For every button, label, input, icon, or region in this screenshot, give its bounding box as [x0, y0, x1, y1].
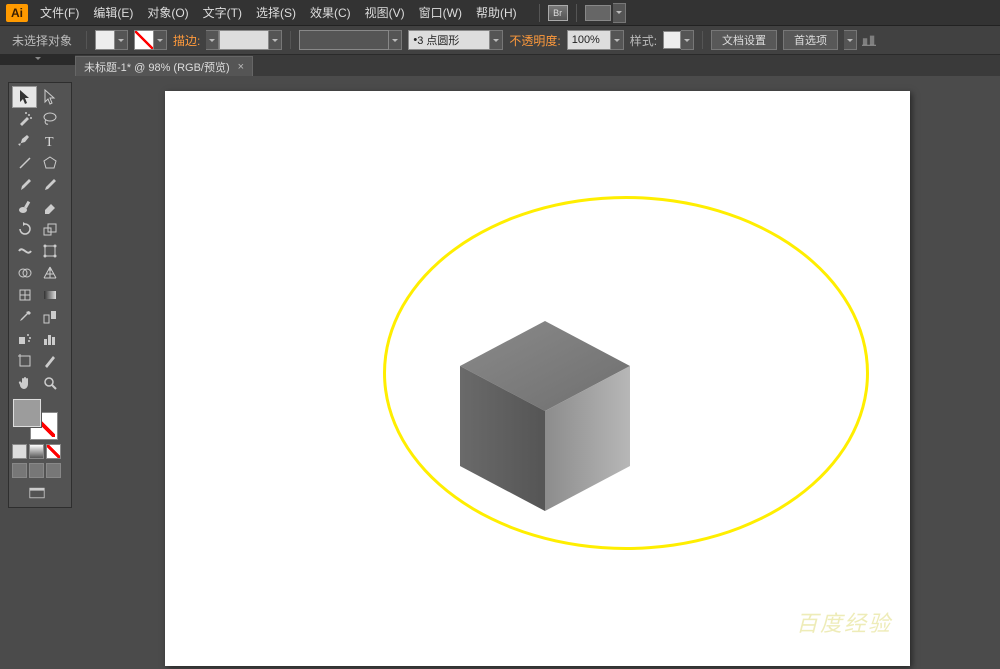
- blend-tool[interactable]: [37, 306, 62, 328]
- color-mode-solid[interactable]: [12, 444, 27, 459]
- artboard[interactable]: 百度经验: [165, 91, 910, 666]
- menu-view[interactable]: 视图(V): [365, 4, 405, 21]
- separator: [290, 31, 291, 49]
- free-transform-tool[interactable]: [37, 240, 62, 262]
- stroke-dropdown[interactable]: [154, 30, 167, 50]
- preferences-dropdown[interactable]: [844, 30, 857, 50]
- opacity-field[interactable]: 100%: [567, 30, 611, 50]
- selection-tool[interactable]: [12, 86, 37, 108]
- direct-selection-tool[interactable]: [37, 86, 62, 108]
- hand-tool[interactable]: [12, 372, 37, 394]
- variable-width-profile[interactable]: [299, 30, 389, 50]
- fill-color-indicator[interactable]: [13, 399, 41, 427]
- brush-dropdown[interactable]: [490, 30, 503, 50]
- pen-tool[interactable]: [12, 130, 37, 152]
- draw-behind[interactable]: [29, 463, 44, 478]
- draw-normal[interactable]: [12, 463, 27, 478]
- brush-definition[interactable]: • 3 点圆形: [408, 30, 490, 50]
- eyedropper-tool[interactable]: [12, 306, 37, 328]
- arrange-documents-dropdown[interactable]: [613, 3, 626, 23]
- artboard-tool[interactable]: [12, 350, 37, 372]
- cube-artwork: [460, 321, 630, 511]
- preferences-button[interactable]: 首选项: [783, 30, 838, 50]
- screen-mode-button[interactable]: [12, 482, 62, 504]
- rotate-tool[interactable]: [12, 218, 37, 240]
- color-mode-gradient[interactable]: [29, 444, 44, 459]
- shape-builder-tool[interactable]: [12, 262, 37, 284]
- close-tab-button[interactable]: ×: [238, 61, 244, 73]
- graphic-style-dropdown[interactable]: [681, 30, 694, 50]
- toolbox: T: [8, 82, 72, 508]
- stroke-weight-decr[interactable]: [206, 30, 219, 50]
- app-logo: Ai: [6, 4, 28, 22]
- bridge-button[interactable]: Br: [548, 5, 568, 21]
- separator: [86, 31, 87, 49]
- color-mode-none[interactable]: [46, 444, 61, 459]
- document-tabstrip: 未标题-1* @ 98% (RGB/预览) ×: [75, 55, 1000, 78]
- stroke-label: 描边:: [173, 32, 200, 49]
- blob-brush-tool[interactable]: [12, 196, 37, 218]
- menu-type[interactable]: 文字(T): [203, 4, 242, 21]
- fill-stroke-indicator[interactable]: [12, 398, 62, 440]
- menu-file[interactable]: 文件(F): [40, 4, 79, 21]
- document-tab-title: 未标题-1* @ 98% (RGB/预览): [84, 59, 230, 75]
- scale-tool[interactable]: [37, 218, 62, 240]
- control-bar: 未选择对象 描边: • 3 点圆形 不透明度: 100% 样式: 文档设置 首选…: [0, 26, 1000, 55]
- brush-definition-label: 3 点圆形: [417, 32, 459, 48]
- menu-separator: [576, 4, 577, 22]
- menu-window[interactable]: 窗口(W): [419, 4, 462, 21]
- fill-dropdown[interactable]: [115, 30, 128, 50]
- arrange-documents-button[interactable]: [585, 5, 611, 21]
- eraser-tool[interactable]: [37, 196, 62, 218]
- draw-inside[interactable]: [46, 463, 61, 478]
- magic-wand-tool[interactable]: [12, 108, 37, 130]
- color-mode-row: [12, 444, 68, 459]
- align-icon[interactable]: [861, 33, 877, 47]
- selection-status: 未选择对象: [12, 32, 72, 49]
- menu-help[interactable]: 帮助(H): [476, 4, 517, 21]
- perspective-grid-tool[interactable]: [37, 262, 62, 284]
- separator: [702, 31, 703, 49]
- svg-text:T: T: [45, 135, 54, 149]
- watermark: 百度经验: [796, 606, 892, 638]
- width-tool[interactable]: [12, 240, 37, 262]
- gradient-tool[interactable]: [37, 284, 62, 306]
- screen-mode-row: [12, 463, 68, 478]
- fill-swatch[interactable]: [95, 30, 115, 50]
- shape-tool[interactable]: [37, 152, 62, 174]
- menubar: Ai 文件(F) 编辑(E) 对象(O) 文字(T) 选择(S) 效果(C) 视…: [0, 0, 1000, 26]
- menu-effect[interactable]: 效果(C): [310, 4, 351, 21]
- menu-separator: [539, 4, 540, 22]
- type-tool[interactable]: T: [37, 130, 62, 152]
- paintbrush-tool[interactable]: [12, 174, 37, 196]
- column-graph-tool[interactable]: [37, 328, 62, 350]
- menu-edit[interactable]: 编辑(E): [93, 4, 133, 21]
- graphic-style-swatch[interactable]: [663, 31, 681, 49]
- menu-object[interactable]: 对象(O): [147, 4, 188, 21]
- stroke-weight-dropdown[interactable]: [269, 30, 282, 50]
- lasso-tool[interactable]: [37, 108, 62, 130]
- document-setup-button[interactable]: 文档设置: [711, 30, 777, 50]
- opacity-dropdown[interactable]: [611, 30, 624, 50]
- opacity-label: 不透明度:: [509, 32, 560, 49]
- menu-select[interactable]: 选择(S): [256, 4, 296, 21]
- line-tool[interactable]: [12, 152, 37, 174]
- zoom-tool[interactable]: [37, 372, 62, 394]
- document-tab[interactable]: 未标题-1* @ 98% (RGB/预览) ×: [75, 56, 253, 77]
- stroke-weight-field[interactable]: [219, 30, 269, 50]
- pencil-tool[interactable]: [37, 174, 62, 196]
- slice-tool[interactable]: [37, 350, 62, 372]
- mesh-tool[interactable]: [12, 284, 37, 306]
- variable-width-dropdown[interactable]: [389, 30, 402, 50]
- tool-panel-collapse[interactable]: [0, 54, 75, 65]
- stroke-swatch[interactable]: [134, 30, 154, 50]
- style-label: 样式:: [630, 32, 657, 49]
- symbol-sprayer-tool[interactable]: [12, 328, 37, 350]
- canvas-area[interactable]: 百度经验: [75, 76, 1000, 669]
